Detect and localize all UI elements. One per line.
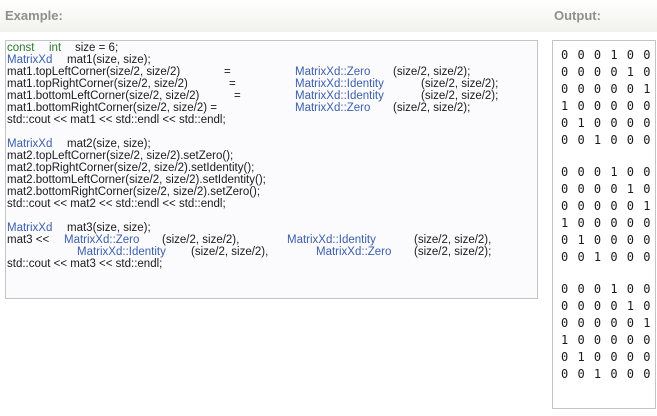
code-type: MatrixXd::Identity: [295, 90, 384, 102]
output-matrix-2: 0 0 0 1 0 0 0 0 0 0 1 0 0 0 0 0 0 1 1 0 …: [561, 164, 655, 266]
matrix-row: 0 0 1 0 0 0: [561, 133, 652, 147]
code-type: MatrixXd::Zero: [295, 66, 371, 78]
code-text: mat2.topRightCorner(size/2, size/2).setI…: [7, 162, 255, 174]
code-line: MatrixXd::Identity (size/2, size/2), Mat…: [7, 246, 537, 258]
code-type: MatrixXd::Identity: [77, 246, 166, 258]
code-type: MatrixXd: [7, 54, 53, 66]
code-text: (size/2, size/2),: [414, 234, 492, 246]
code-text: mat1.topLeftCorner(size/2, size/2): [7, 66, 181, 78]
matrix-row: 0 0 0 0 1 0: [561, 299, 652, 313]
output-box: 0 0 0 1 0 0 0 0 0 0 1 0 0 0 0 0 0 1 1 0 …: [552, 40, 656, 409]
code-text: mat1.topRightCorner(size/2, size/2): [7, 78, 188, 90]
matrix-row: 0 1 0 0 0 0: [561, 233, 652, 247]
code-line: mat1.bottomRightCorner(size/2, size/2) =…: [7, 102, 537, 114]
code-keyword: const: [7, 42, 35, 54]
code-type: MatrixXd: [7, 138, 53, 150]
code-text: (size/2, size/2);: [414, 246, 492, 258]
code-text: mat2.bottomRightCorner(size/2, size/2).s…: [7, 186, 261, 198]
code-example-box: const int size = 6; MatrixXd mat1(size, …: [5, 40, 538, 299]
code-text: (size/2, size/2),: [191, 246, 269, 258]
code-text: mat3 <<: [7, 234, 50, 246]
matrix-row: 0 0 0 0 1 0: [561, 65, 652, 79]
code-line: MatrixXd mat2(size, size);: [7, 138, 537, 150]
example-header: Example:: [0, 0, 545, 32]
matrix-row: 0 0 0 0 0 1: [561, 316, 652, 330]
code-keyword: int: [49, 42, 62, 54]
matrix-row: 1 0 0 0 0 0: [561, 99, 652, 113]
code-line: mat1.topRightCorner(size/2, size/2) = Ma…: [7, 78, 537, 90]
code-type: MatrixXd::Zero: [64, 234, 140, 246]
code-line: mat2.bottomLeftCorner(size/2, size/2).se…: [7, 174, 537, 186]
code-type: MatrixXd::Zero: [316, 246, 392, 258]
code-text: std::cout << mat3 << std::endl;: [7, 258, 163, 270]
output-matrix-1: 0 0 0 1 0 0 0 0 0 0 1 0 0 0 0 0 0 1 1 0 …: [561, 47, 655, 149]
code-line: mat2.topLeftCorner(size/2, size/2).setZe…: [7, 150, 537, 162]
matrix-row: 0 0 0 0 1 0: [561, 182, 652, 196]
code-text: size = 6;: [75, 42, 119, 54]
matrix-row: 0 1 0 0 0 0: [561, 350, 652, 364]
matrix-row: 1 0 0 0 0 0: [561, 333, 652, 347]
code-type: MatrixXd::Identity: [287, 234, 376, 246]
matrix-row: 0 0 1 0 0 0: [561, 367, 652, 381]
code-text: (size/2, size/2);: [393, 66, 471, 78]
code-text: mat1(size, size);: [67, 54, 151, 66]
code-text: mat2.bottomLeftCorner(size/2, size/2).se…: [7, 174, 266, 186]
output-header: Output:: [545, 0, 657, 32]
code-text: (size/2, size/2),: [162, 234, 240, 246]
code-line: std::cout << mat2 << std::endl << std::e…: [7, 198, 537, 210]
matrix-row: 0 0 0 0 0 1: [561, 199, 652, 213]
matrix-row: 0 0 0 1 0 0: [561, 165, 652, 179]
code-text: mat2.topLeftCorner(size/2, size/2).setZe…: [7, 150, 234, 162]
code-line: mat2.bottomRightCorner(size/2, size/2).s…: [7, 186, 537, 198]
output-matrix-3: 0 0 0 1 0 0 0 0 0 0 1 0 0 0 0 0 0 1 1 0 …: [561, 281, 655, 383]
matrix-row: 0 0 0 0 0 1: [561, 82, 652, 96]
code-line: mat2.topRightCorner(size/2, size/2).setI…: [7, 162, 537, 174]
matrix-row: 1 0 0 0 0 0: [561, 216, 652, 230]
code-line: const int size = 6;: [7, 42, 537, 54]
matrix-row: 0 0 0 1 0 0: [561, 282, 652, 296]
code-text: mat1.bottomRightCorner(size/2, size/2) =: [7, 102, 217, 114]
code-line: std::cout << mat1 << std::endl << std::e…: [7, 114, 537, 126]
code-text: std::cout << mat2 << std::endl << std::e…: [7, 198, 226, 210]
code-text: (size/2, size/2);: [393, 102, 471, 114]
code-text: mat2(size, size);: [67, 138, 151, 150]
code-line: MatrixXd mat3(size, size);: [7, 222, 537, 234]
code-text: (size/2, size/2);: [421, 90, 499, 102]
matrix-row: 0 0 1 0 0 0: [561, 250, 652, 264]
code-text: =: [234, 90, 241, 102]
code-text: std::cout << mat1 << std::endl << std::e…: [7, 114, 226, 126]
code-text: =: [229, 78, 236, 90]
code-type: MatrixXd::Identity: [295, 78, 384, 90]
matrix-row: 0 0 0 1 0 0: [561, 48, 652, 62]
code-text: (size/2, size/2);: [421, 78, 499, 90]
code-line: std::cout << mat3 << std::endl;: [7, 258, 537, 270]
code-type: MatrixXd::Zero: [295, 102, 371, 114]
matrix-row: 0 1 0 0 0 0: [561, 116, 652, 130]
code-type: MatrixXd: [7, 222, 53, 234]
code-text: mat3(size, size);: [67, 222, 151, 234]
code-text: =: [224, 66, 231, 78]
code-line: mat3 << MatrixXd::Zero (size/2, size/2),…: [7, 234, 537, 246]
code-line: mat1.topLeftCorner(size/2, size/2) = Mat…: [7, 66, 537, 78]
code-line: MatrixXd mat1(size, size);: [7, 54, 537, 66]
code-line: mat1.bottomLeftCorner(size/2, size/2) = …: [7, 90, 537, 102]
code-text: mat1.bottomLeftCorner(size/2, size/2): [7, 90, 200, 102]
